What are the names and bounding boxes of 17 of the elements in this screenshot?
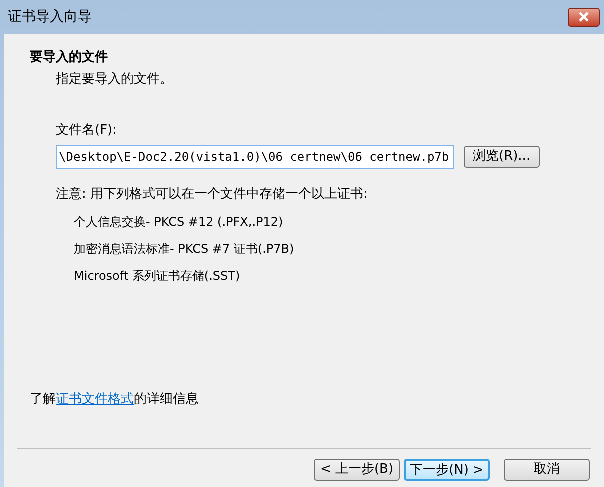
close-button[interactable]	[568, 8, 600, 26]
window-title: 证书导入向导	[8, 8, 92, 26]
page-subtitle: 指定要导入的文件。	[55, 70, 174, 88]
browse-button[interactable]: 浏览(R)...	[464, 146, 540, 168]
format-item: 加密消息语法标准- PKCS #7 证书(.P7B)	[74, 241, 296, 258]
file-name-field[interactable]: \Desktop\E-Doc2.20(vista1.0)\06 certnew\06 certnew.p7b	[56, 144, 454, 168]
format-item: 个人信息交换- PKCS #12 (.PFX,.P12)	[74, 214, 284, 231]
wizard-button[interactable]: 取消	[504, 459, 590, 481]
format-item: Microsoft 系列证书存储(.SST)	[74, 268, 242, 285]
wizard-button[interactable]: 下一步(N) >	[404, 459, 490, 481]
field-label: 文件名(F):	[56, 122, 118, 140]
close-icon	[578, 12, 590, 22]
info-sentence: 了解证书文件格式的详细信息	[30, 392, 199, 407]
page-heading: 要导入的文件	[30, 48, 109, 67]
note-text: 注意: 用下列格式可以在一个文件中存储一个以上证书:	[56, 186, 369, 204]
wizard-button[interactable]: < 上一步(B)	[314, 459, 400, 481]
help-link[interactable]: 证书文件格式	[56, 392, 134, 407]
